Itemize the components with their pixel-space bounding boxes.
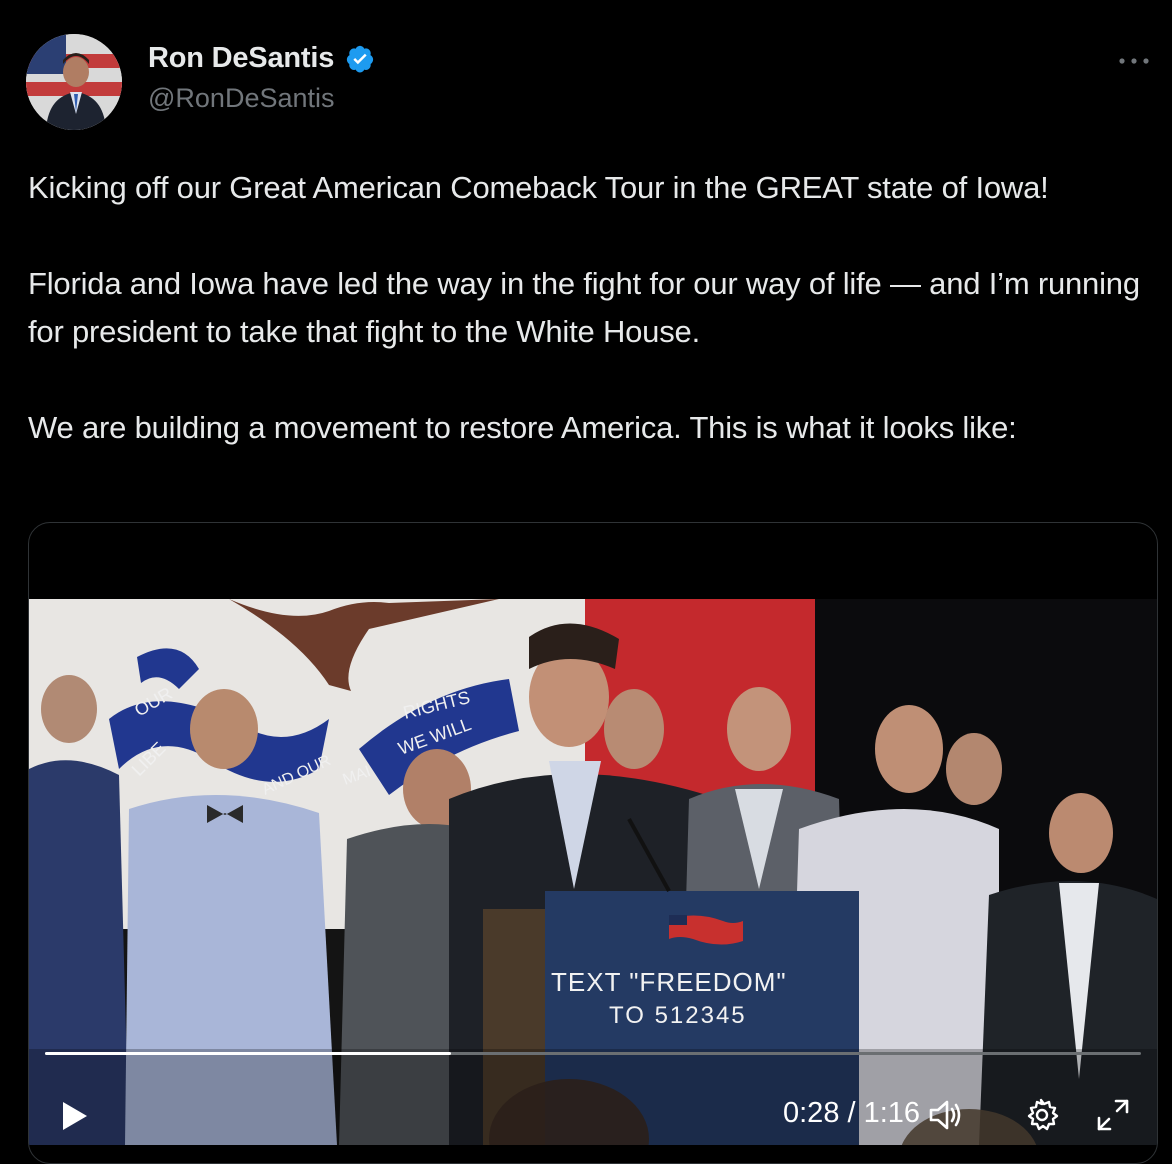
play-icon[interactable]: [57, 1099, 91, 1133]
tweet-paragraph: Kicking off our Great American Comeback …: [28, 170, 1049, 205]
video-progress-fill: [45, 1052, 451, 1055]
podium-line-2: TO 512345: [609, 1002, 747, 1029]
podium-line-1: TEXT "FREEDOM": [551, 967, 787, 997]
avatar[interactable]: [26, 34, 122, 130]
author-handle[interactable]: @RonDeSantis: [148, 83, 375, 114]
video-controls: 0:28 / 1:16: [29, 1083, 1157, 1143]
tweet-paragraph: Florida and Iowa have led the way in the…: [28, 266, 1140, 349]
more-options-icon[interactable]: [1114, 46, 1154, 76]
tweet-text: Kicking off our Great American Comeback …: [28, 164, 1158, 452]
video-progress-bar[interactable]: [45, 1052, 1141, 1055]
gear-icon[interactable]: [1021, 1095, 1061, 1135]
fullscreen-icon[interactable]: [1093, 1095, 1133, 1135]
volume-icon[interactable]: [925, 1095, 965, 1135]
verified-badge-icon[interactable]: [345, 44, 375, 74]
video-player[interactable]: OUR LIBE RIGHTS WE WILL MAI AND OUR TEXT…: [28, 522, 1158, 1164]
tweet-paragraph: We are building a movement to restore Am…: [28, 410, 1017, 445]
display-name[interactable]: Ron DeSantis: [148, 42, 334, 75]
video-frame[interactable]: OUR LIBE RIGHTS WE WILL MAI AND OUR TEXT…: [29, 599, 1157, 1163]
tweet-header: Ron DeSantis @RonDeSantis: [26, 34, 1172, 134]
video-time: 0:28 / 1:16: [783, 1097, 921, 1129]
author-names: Ron DeSantis @RonDeSantis: [148, 42, 375, 114]
